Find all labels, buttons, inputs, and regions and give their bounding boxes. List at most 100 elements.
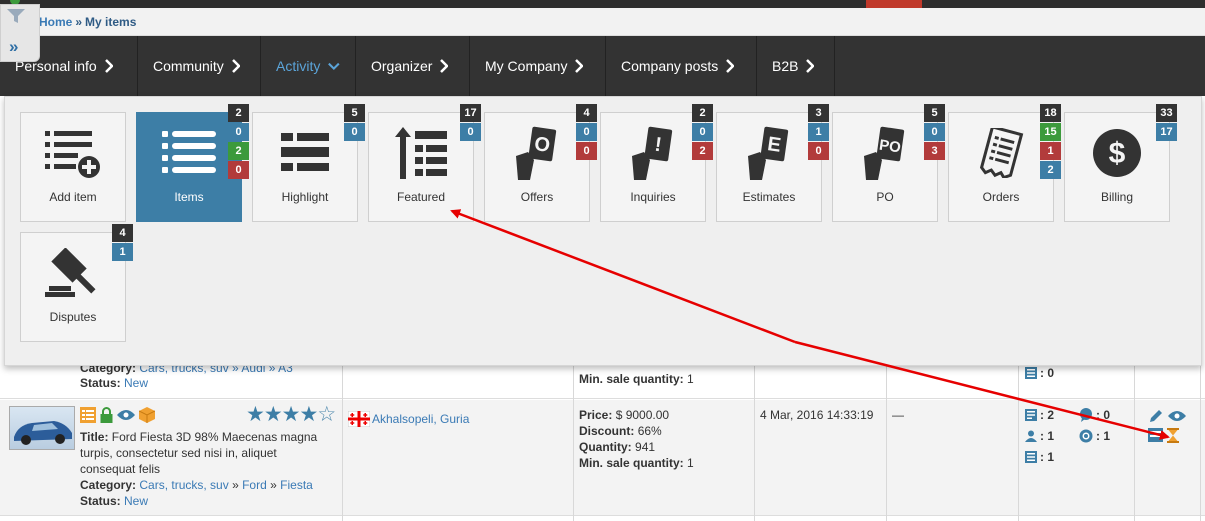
users-count: : 1 xyxy=(1040,429,1055,443)
breadcrumb-home[interactable]: Home xyxy=(39,15,72,29)
activity-dropdown-panel: Add item Items 2 0 2 0 Highlight 5 0 Featured 17 0 O… xyxy=(4,96,1202,366)
row-actions xyxy=(1148,408,1186,424)
nav-tab-company-posts[interactable]: Company posts xyxy=(606,36,757,96)
count-badge[interactable]: 2 xyxy=(692,104,713,122)
count-badge[interactable]: 1 xyxy=(1040,142,1061,160)
item-dash: — xyxy=(892,408,904,422)
count-badge[interactable]: 3 xyxy=(808,104,829,122)
table-row xyxy=(0,516,1205,521)
hourglass-icon[interactable] xyxy=(1167,428,1179,443)
edit-pencil-icon[interactable] xyxy=(1148,408,1164,424)
eye-icon[interactable] xyxy=(1168,410,1186,422)
count-badge[interactable]: 2 xyxy=(692,142,713,160)
support-count: : 1 xyxy=(1096,429,1111,443)
category-link[interactable]: Ford xyxy=(242,478,267,492)
count-badge[interactable]: 17 xyxy=(1156,123,1177,141)
count-badge[interactable]: 0 xyxy=(808,142,829,160)
nav-tab-community[interactable]: Community xyxy=(138,36,261,96)
count-badges: 41 xyxy=(112,224,133,261)
count-badge[interactable]: 0 xyxy=(228,161,249,179)
count-badge[interactable]: 5 xyxy=(924,104,945,122)
menu-tile-featured[interactable]: Featured 17 0 xyxy=(368,104,481,222)
location-link[interactable]: Akhalsopeli, Guria xyxy=(372,411,469,427)
menu-tile-orders[interactable]: Orders 18 15 1 2 xyxy=(948,104,1061,222)
discount-value: 66% xyxy=(637,424,662,438)
menu-tile-inquiries[interactable]: ! Inquiries 2 0 2 xyxy=(600,104,713,222)
category-link[interactable]: Cars, trucks, suv xyxy=(139,478,228,492)
users-stat: : 1 xyxy=(1025,429,1054,443)
count-badge[interactable]: 0 xyxy=(576,142,597,160)
menu-tile-po[interactable]: PO PO 5 0 3 xyxy=(832,104,945,222)
count-badges: 503 xyxy=(924,104,945,160)
list-stat-icon xyxy=(1025,451,1037,463)
notification-tab[interactable] xyxy=(866,0,922,8)
side-toggle-tab[interactable]: » xyxy=(0,4,40,62)
item-location: Akhalsopeli, Guria xyxy=(348,411,469,427)
menu-tile-label: Add item xyxy=(49,190,97,204)
nav-tab-my-company[interactable]: My Company xyxy=(470,36,606,96)
nav-tab-organizer[interactable]: Organizer xyxy=(356,36,470,96)
count-badge[interactable]: 0 xyxy=(924,123,945,141)
count-badge[interactable]: 5 xyxy=(344,104,365,122)
menu-tile-offers[interactable]: O Offers 4 0 0 xyxy=(484,104,597,222)
count-badge[interactable]: 4 xyxy=(576,104,597,122)
breadcrumb-current: My items xyxy=(85,15,137,29)
filter-icon[interactable] xyxy=(7,9,25,23)
count-badge[interactable]: 2 xyxy=(228,104,249,122)
support-stat: : 1 xyxy=(1079,429,1110,443)
count-badge[interactable]: 0 xyxy=(460,123,481,141)
count-badge[interactable]: 0 xyxy=(344,123,365,141)
count-badge[interactable]: 2 xyxy=(1040,161,1061,179)
rating-stars[interactable]: ★★★★☆ xyxy=(246,402,336,427)
count-badge[interactable]: 33 xyxy=(1156,104,1177,122)
min-sale-label: Min. sale quantity: xyxy=(579,456,684,470)
count-badge[interactable]: 4 xyxy=(112,224,133,242)
nav-tab-label: Company posts xyxy=(621,58,719,74)
chevron-right-icon xyxy=(440,59,449,73)
count-badge[interactable]: 0 xyxy=(576,123,597,141)
nav-tab-label: Community xyxy=(153,58,224,74)
inquiries-icon: ! xyxy=(601,125,705,181)
count-badge[interactable]: 17 xyxy=(460,104,481,122)
nav-tab-activity[interactable]: Activity xyxy=(261,36,356,96)
item-thumbnail[interactable] xyxy=(9,406,75,450)
star-icon[interactable]: ★ xyxy=(299,403,318,426)
feature-list-icon[interactable] xyxy=(1148,428,1163,442)
svg-text:PO: PO xyxy=(878,137,902,157)
lock-icon[interactable] xyxy=(100,407,113,423)
category-label: Category: xyxy=(80,478,137,492)
add-list-icon xyxy=(21,125,125,181)
star-icon[interactable]: ★ xyxy=(282,403,301,426)
featured-list-icon[interactable] xyxy=(80,407,96,423)
count-badge[interactable]: 0 xyxy=(692,123,713,141)
star-empty-icon[interactable]: ☆ xyxy=(317,403,336,426)
eye-icon[interactable] xyxy=(117,409,135,421)
min-sale-value: 1 xyxy=(687,372,694,386)
lists-count: : 1 xyxy=(1040,450,1055,464)
column-divider xyxy=(342,366,343,521)
count-badge[interactable]: 0 xyxy=(228,123,249,141)
menu-tile-add-item[interactable]: Add item xyxy=(20,112,126,222)
menu-tile-items[interactable]: Items 2 0 2 0 xyxy=(136,104,249,222)
nav-tab-b2b[interactable]: B2B xyxy=(757,36,835,96)
star-icon[interactable]: ★ xyxy=(264,403,283,426)
breadcrumb-separator: » xyxy=(75,15,83,29)
nav-tab-label: My Company xyxy=(485,58,568,74)
count-badge[interactable]: 18 xyxy=(1040,104,1061,122)
breadcrumb-bar: Home » My items xyxy=(0,8,1205,36)
count-badge[interactable]: 1 xyxy=(112,243,133,261)
count-badge[interactable]: 3 xyxy=(924,142,945,160)
title-value[interactable]: Ford Fiesta 3D 98% Maecenas magna turpis… xyxy=(80,430,317,476)
menu-tile-disputes[interactable]: Disputes 4 1 xyxy=(20,224,133,342)
star-icon[interactable]: ★ xyxy=(246,403,265,426)
package-icon[interactable] xyxy=(139,407,155,423)
expand-chevrons-icon[interactable]: » xyxy=(9,37,19,57)
menu-tile-billing[interactable]: $ Billing 33 17 xyxy=(1064,104,1177,222)
menu-tile-estimates[interactable]: E Estimates 3 1 0 xyxy=(716,104,829,222)
item-action-icons xyxy=(80,407,155,423)
category-link[interactable]: Fiesta xyxy=(280,478,313,492)
count-badge[interactable]: 15 xyxy=(1040,123,1061,141)
count-badge[interactable]: 1 xyxy=(808,123,829,141)
menu-tile-highlight[interactable]: Highlight 5 0 xyxy=(252,104,365,222)
count-badge[interactable]: 2 xyxy=(228,142,249,160)
